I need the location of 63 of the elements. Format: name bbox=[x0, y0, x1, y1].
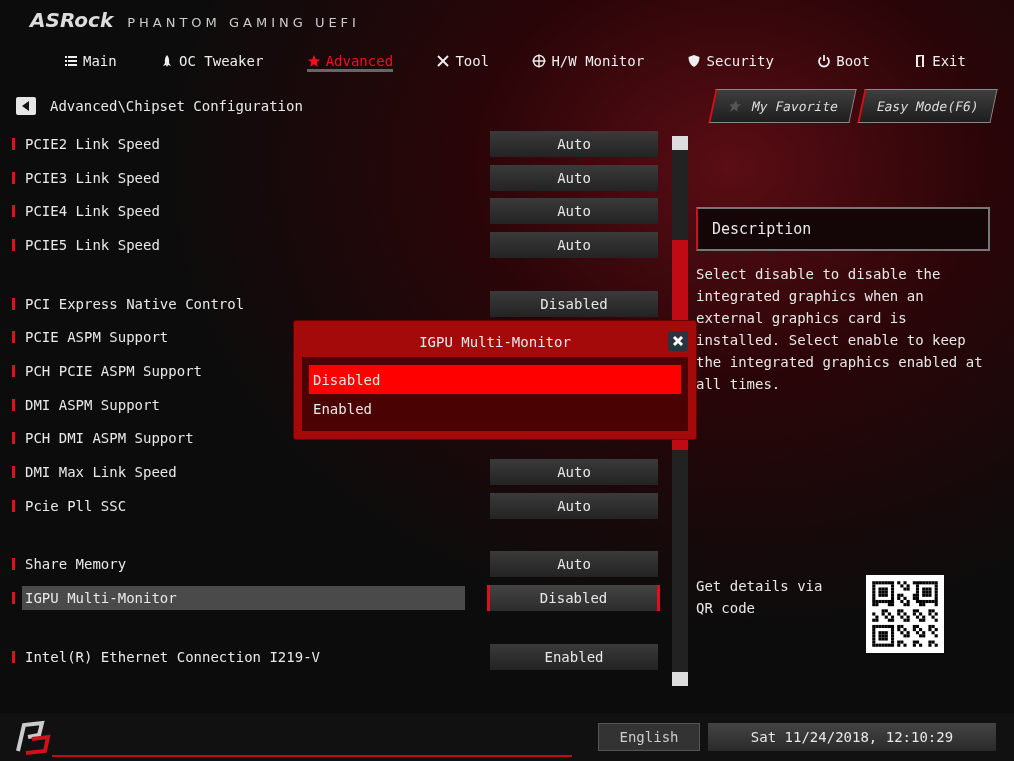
setting-value[interactable]: Auto bbox=[490, 231, 658, 258]
menu-tab[interactable]: Tool bbox=[436, 53, 490, 69]
qr-code-icon bbox=[866, 575, 944, 653]
brand-subtitle: PHANTOM GAMING UEFI bbox=[127, 15, 360, 30]
brand-logo: ASRock bbox=[30, 8, 114, 32]
setting-value[interactable]: Auto bbox=[490, 164, 658, 191]
setting-value[interactable]: Auto bbox=[490, 492, 658, 519]
setting-label[interactable]: PCIE2 Link Speed bbox=[22, 131, 468, 156]
setting-value[interactable]: Auto bbox=[490, 551, 658, 578]
setting-label[interactable]: Pcie Pll SSC bbox=[22, 493, 468, 518]
list-icon bbox=[64, 54, 78, 68]
qr-caption: Get details via QR code bbox=[696, 577, 824, 618]
setting-label[interactable]: Share Memory bbox=[22, 552, 468, 577]
description-header: Description bbox=[696, 207, 990, 251]
menu-tab[interactable]: Advanced bbox=[306, 50, 394, 72]
setting-label[interactable]: Intel(R) Ethernet Connection I219-V bbox=[22, 644, 468, 669]
close-button[interactable] bbox=[668, 331, 688, 351]
setting-value[interactable]: Disabled bbox=[487, 585, 660, 612]
item-marker bbox=[12, 650, 15, 663]
dialog-title: IGPU Multi-Monitor bbox=[419, 334, 571, 350]
power-icon bbox=[817, 54, 832, 68]
date-time-display: Sat 11/24/2018, 12:10:29 bbox=[708, 723, 996, 751]
item-marker bbox=[12, 171, 15, 184]
item-marker bbox=[12, 364, 15, 377]
setting-label[interactable]: IGPU Multi-Monitor bbox=[22, 586, 466, 611]
item-marker bbox=[12, 592, 15, 605]
item-marker bbox=[12, 137, 15, 150]
shield-icon bbox=[687, 54, 702, 68]
menu-tab[interactable]: Exit bbox=[913, 53, 966, 69]
item-marker bbox=[12, 398, 15, 411]
menu-tab[interactable]: Security bbox=[687, 53, 774, 69]
back-button[interactable] bbox=[16, 97, 36, 115]
description-text: Select disable to disable the integrated graphics when an external graphics card is installed. Select enable to keep the integrated graphics enabled at all times. bbox=[696, 265, 984, 394]
setting-label[interactable]: PCIE3 Link Speed bbox=[22, 165, 468, 190]
item-marker bbox=[12, 297, 15, 310]
setting-label[interactable]: PCI Express Native Control bbox=[22, 291, 468, 316]
star-icon bbox=[306, 54, 321, 68]
menu-tab[interactable]: Boot bbox=[817, 53, 870, 69]
star-icon bbox=[726, 99, 744, 113]
dialog-option[interactable]: Enabled bbox=[309, 394, 681, 423]
item-marker bbox=[12, 466, 15, 479]
menu-tab[interactable]: H/W Monitor bbox=[532, 53, 645, 69]
menu-tab[interactable]: Main bbox=[64, 53, 117, 69]
easy-mode-button[interactable]: Easy Mode(F6) bbox=[857, 89, 998, 123]
setting-value[interactable]: Auto bbox=[490, 198, 658, 225]
item-marker bbox=[12, 558, 15, 571]
setting-value[interactable]: Enabled bbox=[490, 643, 658, 670]
menu-tab[interactable]: OC Tweaker bbox=[160, 53, 264, 69]
language-button[interactable]: English bbox=[598, 723, 700, 751]
setting-value[interactable]: Auto bbox=[490, 130, 658, 157]
item-marker bbox=[12, 432, 15, 445]
setting-label[interactable]: PCIE4 Link Speed bbox=[22, 199, 468, 224]
item-marker bbox=[12, 499, 15, 512]
item-marker bbox=[12, 205, 15, 218]
item-marker bbox=[12, 238, 15, 251]
crosshair-icon bbox=[532, 54, 547, 68]
breadcrumb: Advanced\Chipset Configuration bbox=[50, 98, 303, 114]
favorite-button[interactable]: My Favorite bbox=[708, 89, 857, 123]
setting-label[interactable]: DMI Max Link Speed bbox=[22, 460, 468, 485]
setting-value[interactable]: Auto bbox=[490, 459, 658, 486]
setting-value[interactable]: Disabled bbox=[490, 290, 658, 317]
item-marker bbox=[12, 331, 15, 344]
setting-label[interactable]: PCIE5 Link Speed bbox=[22, 232, 468, 257]
